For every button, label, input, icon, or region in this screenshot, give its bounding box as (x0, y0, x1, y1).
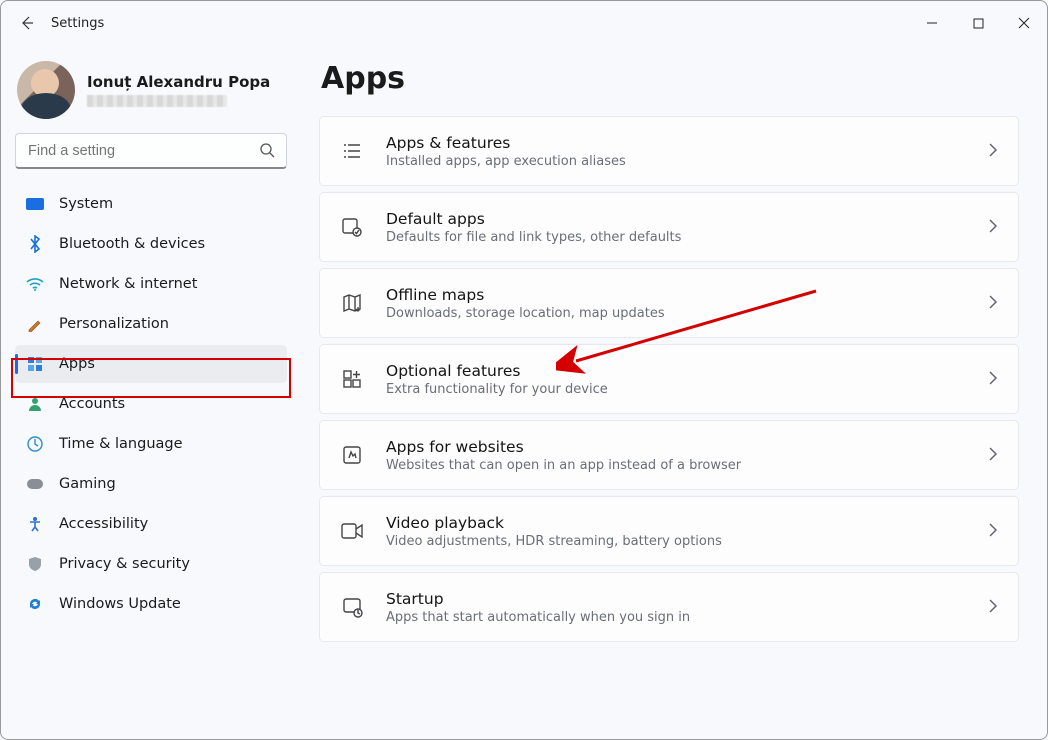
card-title: Apps for websites (386, 438, 966, 456)
personalization-icon (25, 314, 45, 334)
maximize-icon (973, 18, 984, 29)
apps-features-icon (340, 139, 364, 163)
sidebar-item-label: Time & language (59, 436, 183, 452)
sidebar-item-label: Bluetooth & devices (59, 236, 205, 252)
user-account-button[interactable]: Ionuț Alexandru Popa (15, 57, 287, 133)
titlebar: Settings (1, 1, 1047, 45)
apps-icon (25, 354, 45, 374)
sidebar-item-windows-update[interactable]: Windows Update (15, 585, 287, 623)
sidebar-item-time-language[interactable]: Time & language (15, 425, 287, 463)
search-box[interactable] (15, 133, 287, 169)
sidebar-item-label: Personalization (59, 316, 169, 332)
chevron-right-icon (988, 522, 998, 541)
sidebar-item-label: System (59, 196, 113, 212)
minimize-button[interactable] (909, 7, 955, 39)
network-icon (25, 274, 45, 294)
back-arrow-icon (19, 15, 35, 31)
card-title: Apps & features (386, 134, 966, 152)
card-subtitle: Websites that can open in an app instead… (386, 458, 966, 473)
card-title: Offline maps (386, 286, 966, 304)
sidebar: Ionuț Alexandru Popa System Bluetooth & … (1, 45, 301, 739)
default-apps-icon (340, 215, 364, 239)
sidebar-item-privacy[interactable]: Privacy & security (15, 545, 287, 583)
close-button[interactable] (1001, 7, 1047, 39)
card-apps-for-websites[interactable]: Apps for websites Websites that can open… (319, 420, 1019, 490)
privacy-icon (25, 554, 45, 574)
close-icon (1018, 17, 1030, 29)
nav-list: System Bluetooth & devices Network & int… (15, 185, 287, 623)
card-title: Video playback (386, 514, 966, 532)
page-title: Apps (321, 61, 1019, 96)
card-subtitle: Extra functionality for your device (386, 382, 966, 397)
sidebar-item-personalization[interactable]: Personalization (15, 305, 287, 343)
card-startup[interactable]: Startup Apps that start automatically wh… (319, 572, 1019, 642)
sidebar-item-network[interactable]: Network & internet (15, 265, 287, 303)
card-optional-features[interactable]: Optional features Extra functionality fo… (319, 344, 1019, 414)
back-button[interactable] (7, 3, 47, 43)
sidebar-item-bluetooth[interactable]: Bluetooth & devices (15, 225, 287, 263)
bluetooth-icon (25, 234, 45, 254)
sidebar-item-label: Gaming (59, 476, 116, 492)
sidebar-item-accounts[interactable]: Accounts (15, 385, 287, 423)
chevron-right-icon (988, 370, 998, 389)
card-title: Default apps (386, 210, 966, 228)
window-controls (909, 7, 1047, 39)
card-apps-features[interactable]: Apps & features Installed apps, app exec… (319, 116, 1019, 186)
card-subtitle: Installed apps, app execution aliases (386, 154, 966, 169)
card-offline-maps[interactable]: Offline maps Downloads, storage location… (319, 268, 1019, 338)
video-playback-icon (340, 519, 364, 543)
card-subtitle: Downloads, storage location, map updates (386, 306, 966, 321)
system-icon (25, 194, 45, 214)
sidebar-item-label: Windows Update (59, 596, 181, 612)
time-language-icon (25, 434, 45, 454)
user-email-obscured (87, 95, 227, 107)
accessibility-icon (25, 514, 45, 534)
avatar (17, 61, 75, 119)
accounts-icon (25, 394, 45, 414)
sidebar-item-label: Accessibility (59, 516, 148, 532)
window-title: Settings (51, 16, 104, 31)
sidebar-item-system[interactable]: System (15, 185, 287, 223)
chevron-right-icon (988, 598, 998, 617)
sidebar-item-label: Accounts (59, 396, 125, 412)
content-area: Apps Apps & features Installed apps, app… (301, 45, 1047, 739)
user-name: Ionuț Alexandru Popa (87, 73, 270, 91)
sidebar-item-accessibility[interactable]: Accessibility (15, 505, 287, 543)
card-title: Startup (386, 590, 966, 608)
optional-features-icon (340, 367, 364, 391)
chevron-right-icon (988, 142, 998, 161)
card-list: Apps & features Installed apps, app exec… (319, 116, 1019, 642)
card-subtitle: Video adjustments, HDR streaming, batter… (386, 534, 966, 549)
search-icon (259, 142, 275, 162)
card-video-playback[interactable]: Video playback Video adjustments, HDR st… (319, 496, 1019, 566)
search-input[interactable] (15, 133, 287, 169)
sidebar-item-gaming[interactable]: Gaming (15, 465, 287, 503)
card-default-apps[interactable]: Default apps Defaults for file and link … (319, 192, 1019, 262)
chevron-right-icon (988, 218, 998, 237)
offline-maps-icon (340, 291, 364, 315)
windows-update-icon (25, 594, 45, 614)
sidebar-item-label: Apps (59, 356, 95, 372)
card-title: Optional features (386, 362, 966, 380)
sidebar-item-label: Network & internet (59, 276, 197, 292)
minimize-icon (926, 17, 938, 29)
sidebar-item-label: Privacy & security (59, 556, 190, 572)
gaming-icon (25, 474, 45, 494)
card-subtitle: Defaults for file and link types, other … (386, 230, 966, 245)
chevron-right-icon (988, 446, 998, 465)
apps-for-websites-icon (340, 443, 364, 467)
chevron-right-icon (988, 294, 998, 313)
maximize-button[interactable] (955, 7, 1001, 39)
card-subtitle: Apps that start automatically when you s… (386, 610, 966, 625)
startup-icon (340, 595, 364, 619)
sidebar-item-apps[interactable]: Apps (15, 345, 287, 383)
